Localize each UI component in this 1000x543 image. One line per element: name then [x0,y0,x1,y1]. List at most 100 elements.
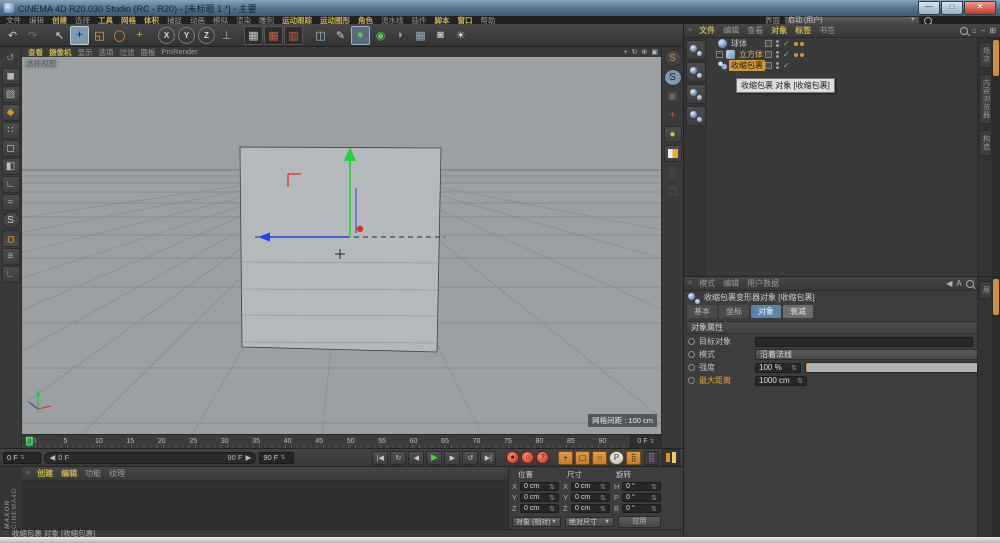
object-row[interactable]: − 收缩包裹 ✓ [707,60,978,71]
attribute-tab[interactable]: 坐标 [719,305,749,318]
object-label[interactable]: 收缩包裹 [729,60,765,71]
deformers-icon[interactable]: ◗ [391,26,410,45]
sphere-cluster-icon[interactable] [686,40,706,60]
enable-axis-icon[interactable]: ≈ [2,194,20,211]
search-icon[interactable] [966,280,974,288]
panel-grip-icon[interactable]: ≡ [688,280,692,287]
sphere-cluster-icon[interactable] [686,106,706,126]
stepper-icon[interactable]: ⇅ [791,364,797,372]
stepper-icon[interactable]: ⇅ [549,505,555,513]
viewport-scene[interactable] [22,57,661,434]
scale-icon[interactable]: ◱ [90,26,109,45]
dock-tab[interactable]: 场次 [979,42,992,68]
previous-frame-button[interactable]: ◀ [408,451,424,465]
section-header[interactable]: 对象属性 [686,321,998,334]
minimize-button[interactable]: — [918,1,940,15]
visibility-dots-icon[interactable] [776,62,779,69]
enabled-check-icon[interactable]: ✓ [783,50,790,59]
dock-tab[interactable]: 层 [979,281,992,299]
viewport-menu-item[interactable]: 显示 [75,47,96,58]
orbit-view-icon[interactable]: ↻ [632,48,638,56]
keyframe-circle-icon[interactable] [688,351,695,358]
panel-menu-item[interactable]: 创建 [33,468,57,479]
magnet-icon[interactable]: Ω [2,230,20,247]
panel-menu-item[interactable]: 对象 [767,25,791,36]
render-view-icon[interactable]: ▦ [244,26,263,45]
points-mode-icon[interactable]: ∷ [2,122,20,139]
panel-menu-item[interactable]: 文件 [695,25,719,36]
attribute-tab[interactable]: 基本 [687,305,717,318]
dock-tab[interactable]: 内容浏览器 [979,74,992,124]
camera-icon[interactable]: ◙ [431,26,450,45]
edges-mode-icon[interactable]: ◻ [2,140,20,157]
stepper-icon[interactable]: ⇅ [600,483,606,491]
size-mode-dropdown[interactable]: 绝对尺寸 ▼ [565,517,614,527]
record-keyframe-button[interactable]: ● [506,451,519,464]
viewport-panel[interactable]: 查看摄像机显示选项过滤面板ProRender +↻⊕▣ [22,47,661,434]
stepper-icon[interactable]: ⇅ [600,494,606,502]
object-icon[interactable] [718,39,727,48]
workplane-mode-icon[interactable]: ◆ [2,104,20,121]
subdivision-surface-icon[interactable]: ● [351,26,370,45]
keyframe-circle-icon[interactable] [688,338,695,345]
max-distance-input[interactable]: 1000 cm ⇅ [755,376,807,386]
ruler-ticks[interactable]: 051015202530354045505560657075808590 [22,435,630,448]
current-frame-field[interactable]: 0 F ⇅ [3,452,41,464]
strength-slider[interactable] [805,362,996,373]
layer-tag-icon[interactable] [765,40,772,47]
coordinate-mode-dropdown[interactable]: 对象 (相对) ▼ [512,517,561,527]
snap-icon[interactable]: S [2,212,20,229]
panel-menu-item[interactable]: 用户数据 [743,278,783,289]
coordinate-input[interactable]: 0 ° ⇅ [622,504,661,513]
panel-grip-icon[interactable]: ≡ [26,470,30,477]
live-selection-icon[interactable]: ↖ [50,26,69,45]
timeline-options-button[interactable] [662,449,680,466]
viewport-menu-item[interactable]: 过滤 [117,47,138,58]
coordinate-input[interactable]: 0 ° ⇅ [622,482,661,491]
zoom-view-icon[interactable]: ⊕ [642,48,648,56]
enabled-check-icon[interactable]: ✓ [783,61,790,70]
strength-input[interactable]: 100 % ⇅ [755,363,801,373]
panel-menu-item[interactable]: 查看 [743,25,767,36]
environment-icon[interactable]: ▦ [411,26,430,45]
stepper-icon[interactable]: ⇅ [280,454,285,461]
scrollbar-thumb[interactable] [993,40,999,76]
camera-lock-icon[interactable]: ▣ [664,88,682,105]
object-row[interactable]: − 立方体 ✓ [707,49,978,60]
move-icon[interactable]: + [70,26,89,45]
viewport-menu-item[interactable]: 摄像机 [46,47,75,58]
add-cube-icon[interactable]: ◫ [311,26,330,45]
sphere-cluster-icon[interactable] [686,84,706,104]
loop-button[interactable]: ↺ [462,451,478,465]
panel-menu-item[interactable]: 纹理 [105,468,129,479]
object-row[interactable]: − 球体 ✓ [707,38,978,49]
rotate-icon[interactable]: ◯ [110,26,129,45]
axis-center-icon[interactable]: + [664,107,682,124]
panel-grip-icon[interactable]: ≡ [688,27,692,34]
goto-end-button[interactable]: ▶| [480,451,496,465]
polygons-mode-icon[interactable]: ◧ [2,158,20,175]
keyframe-circle-icon[interactable] [688,377,695,384]
stepper-icon[interactable]: ⇅ [797,377,803,385]
target-object-input[interactable] [755,337,973,347]
visibility-dots-icon[interactable] [776,51,779,58]
dim-box-icon[interactable]: ▢ [664,183,682,200]
measure-icon[interactable]: ∟ [2,266,20,283]
toggle-views-icon[interactable]: ▣ [651,48,658,56]
solo-single-icon[interactable]: S [664,69,682,86]
xyz-ball-icon[interactable]: ● [664,126,682,143]
coordinate-input[interactable]: 0 cm ⇅ [571,482,610,491]
search-icon[interactable] [960,27,968,35]
sphere-cluster-icon[interactable] [686,62,706,82]
keyframe-selection-button[interactable]: ⣿ [644,451,659,465]
last-tool-icon[interactable]: + [130,26,149,45]
collapse-icon[interactable]: − [981,26,986,35]
panel-menu-item[interactable]: 编辑 [57,468,81,479]
generators-icon[interactable]: ◉ [371,26,390,45]
solo-off-icon[interactable]: S [664,50,682,67]
coordinate-input[interactable]: 0 cm ⇅ [571,504,610,513]
light-icon[interactable]: ☀ [451,26,470,45]
viewport-menu-item[interactable]: 查看 [25,47,46,58]
stepper-icon[interactable]: ⇅ [20,454,25,461]
layer-tag-icon[interactable] [765,51,772,58]
